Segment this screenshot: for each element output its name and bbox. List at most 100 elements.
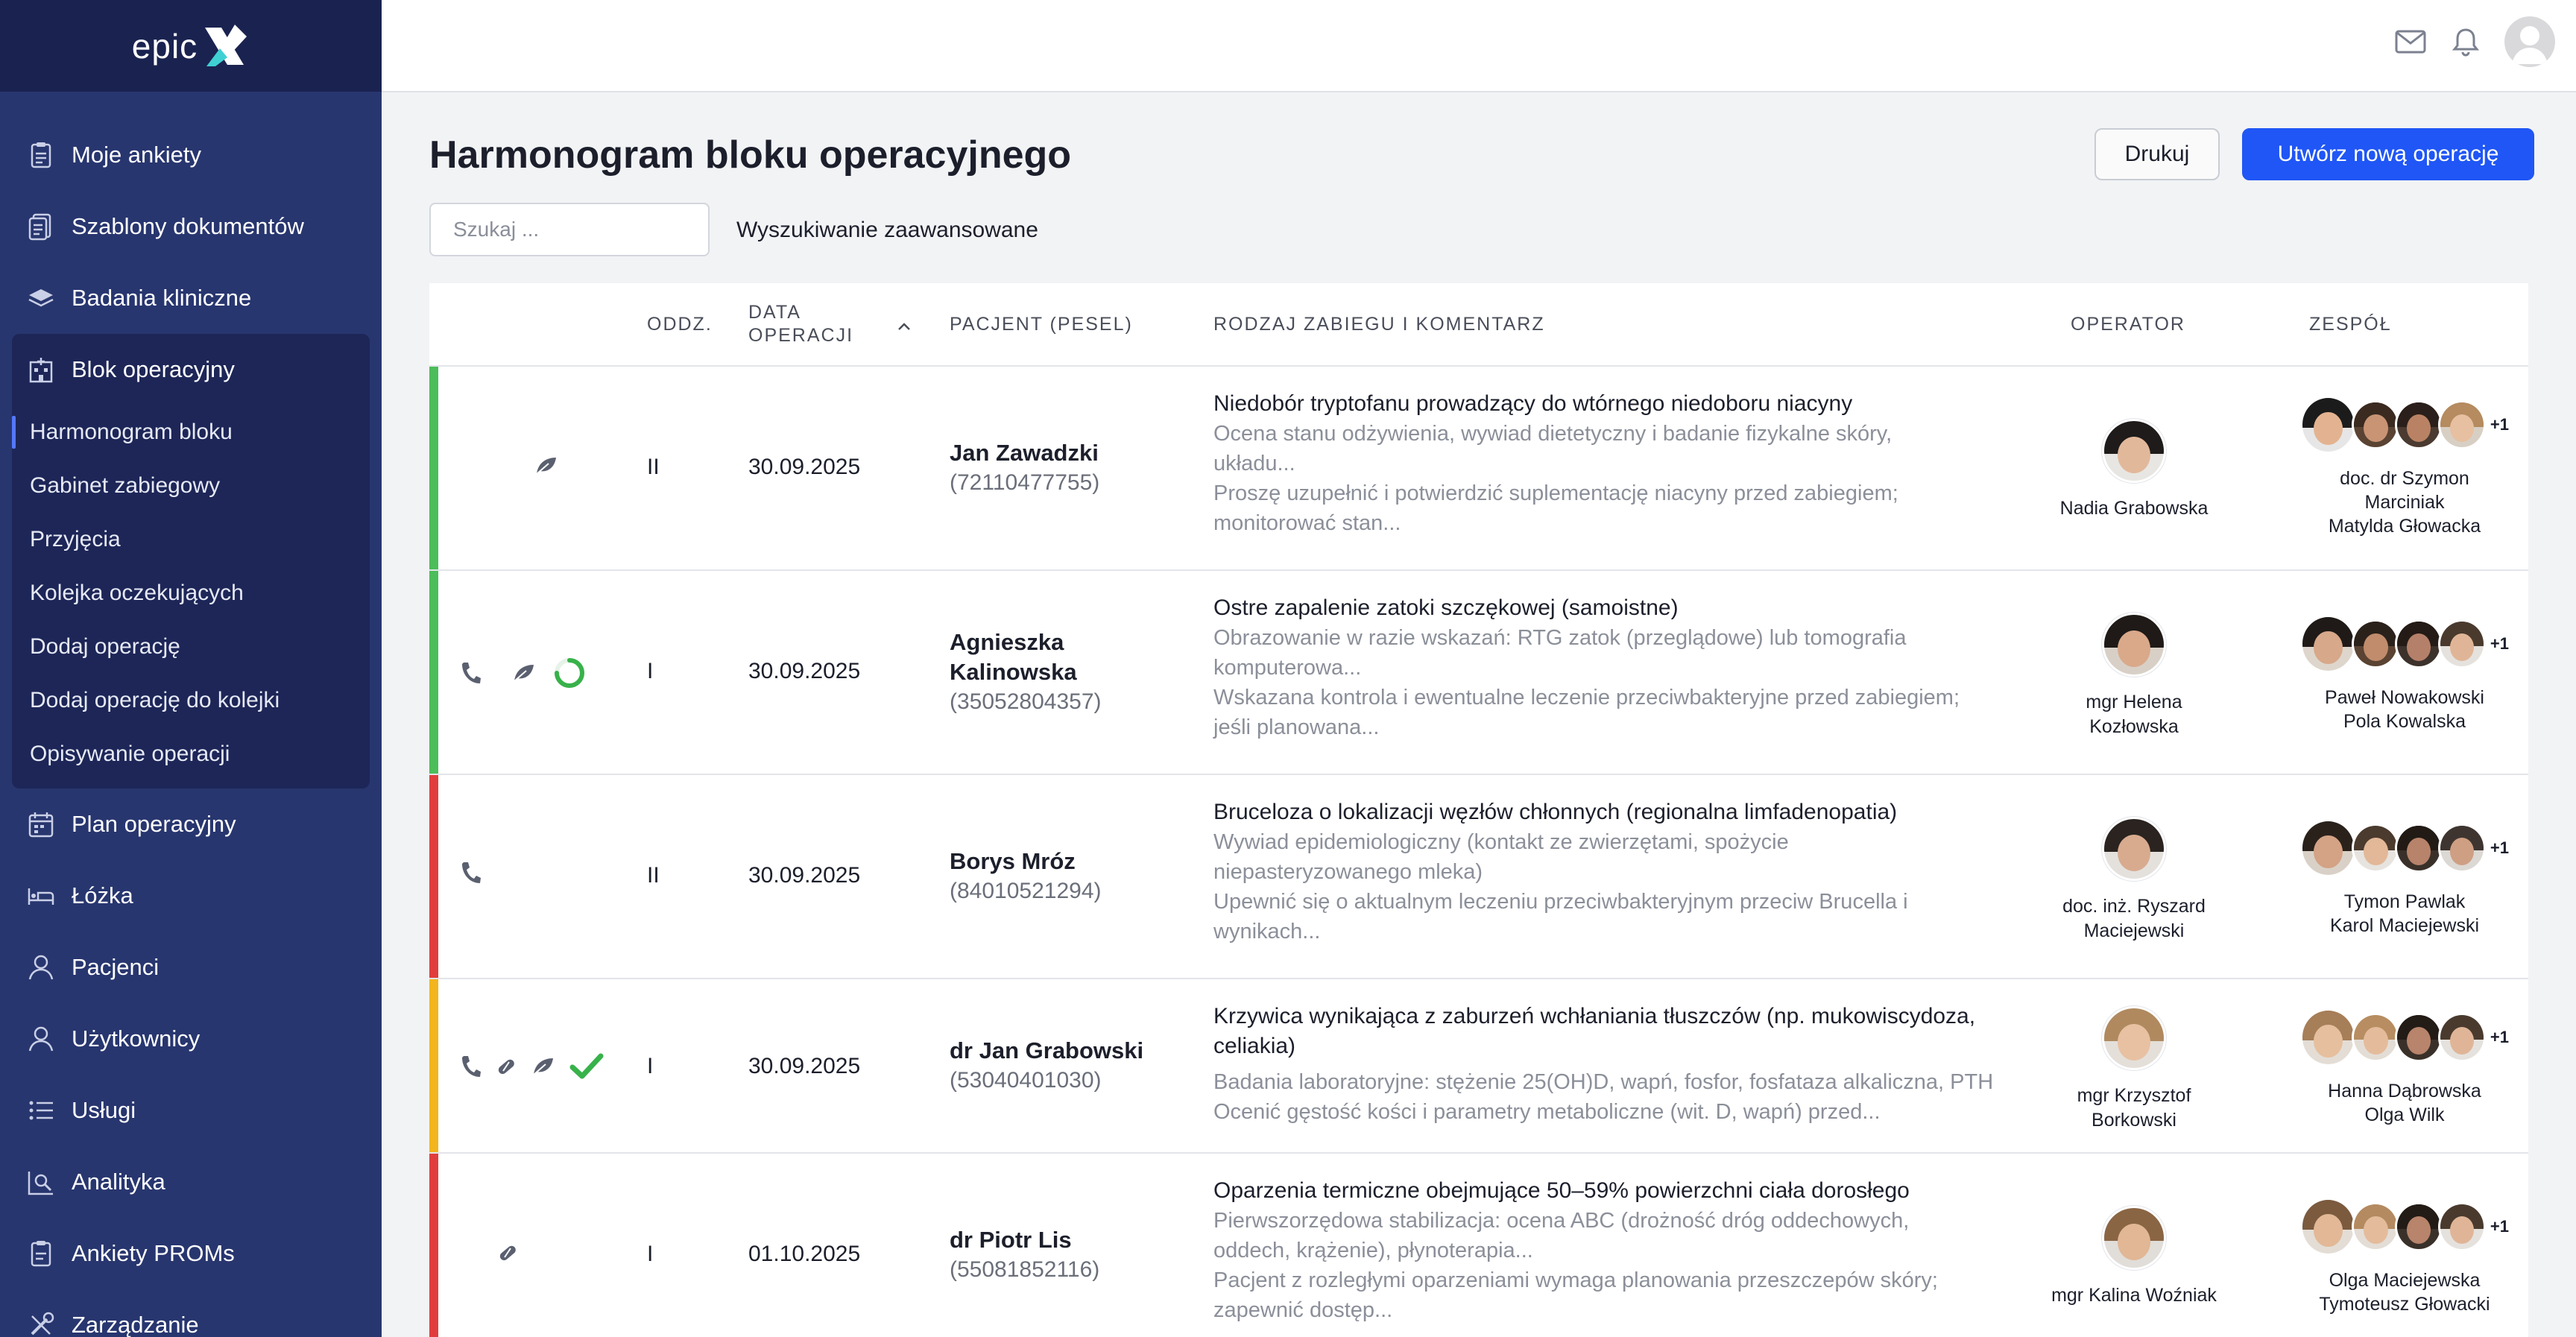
sidebar-subitem-kolejka[interactable]: Kolejka oczekujących [12, 566, 370, 620]
date-value: 30.09.2025 [748, 1054, 861, 1078]
table-row[interactable]: I 30.09.2025 Agnieszka Kalinowska (35052… [429, 571, 2528, 775]
procedure-desc-line: Pierwszorzędowa stabilizacja: ocena ABC … [1213, 1209, 1910, 1233]
sidebar-item-moje-ankiety[interactable]: Moje ankiety [0, 119, 382, 191]
phone-icon[interactable] [459, 861, 482, 885]
logo-x-icon [205, 24, 247, 66]
column-header-date[interactable]: DATA OPERACJI [748, 301, 853, 347]
column-header-dept[interactable]: ODDZ. [647, 314, 713, 335]
patient-name[interactable]: Jan Zawadzki [950, 438, 1188, 468]
procedure-cell: Bruceloza o lokalizacji węzłów chłonnych… [1213, 797, 2056, 946]
topbar-actions [2394, 16, 2555, 67]
status-bar [429, 1154, 438, 1337]
table-row[interactable]: I 30.09.2025 dr Jan Grabowski (530404010… [429, 979, 2528, 1154]
sort-asc-icon[interactable] [897, 315, 911, 336]
bell-icon[interactable] [2449, 25, 2482, 58]
patient-name[interactable]: dr Jan Grabowski [950, 1036, 1203, 1066]
leaf-icon[interactable] [511, 662, 537, 684]
table-header: ODDZ. DATA OPERACJI PACJENT (PESEL) RODZ… [429, 283, 2528, 367]
sidebar-subitem-gabinet[interactable]: Gabinet zabiegowy [12, 459, 370, 513]
pill-icon[interactable] [496, 1242, 519, 1264]
team-member-name: Olga Maciejewska [2329, 1270, 2481, 1291]
sidebar-item-label: Ankiety PROMs [72, 1240, 235, 1266]
progress-ring-icon[interactable] [553, 657, 586, 689]
phone-icon[interactable] [459, 1055, 482, 1078]
sidebar-item-blok-operacyjny[interactable]: Blok operacyjny [12, 334, 370, 405]
team-avatar [2438, 400, 2486, 449]
table-row[interactable]: II 30.09.2025 Jan Zawadzki (72110477755)… [429, 367, 2528, 571]
team-cell: +1 Olga Maciejewska Tymoteusz Głowacki [2300, 1195, 2509, 1316]
sidebar-item-pacjenci[interactable]: Pacjenci [0, 932, 382, 1003]
procedure-cell: Krzywica wynikająca z zaburzeń wchłanian… [1213, 1002, 2056, 1127]
patient-cell: Borys Mróz (84010521294) [950, 847, 1188, 906]
table-row[interactable]: II 30.09.2025 Borys Mróz (84010521294) B… [429, 775, 2528, 979]
sidebar-subitem-dodaj-do-kolejki[interactable]: Dodaj operację do kolejki [12, 674, 370, 727]
status-bar [429, 367, 438, 569]
procedure-desc-line: niepasteryzowanego mleka) [1213, 860, 1483, 884]
team-more-count[interactable]: +1 [2490, 838, 2509, 858]
sidebar-item-ankiety-proms[interactable]: Ankiety PROMs [0, 1218, 382, 1289]
leaf-icon[interactable] [534, 455, 559, 477]
sidebar-item-analityka[interactable]: Analityka [0, 1146, 382, 1218]
sidebar-subitem-przyjecia[interactable]: Przyjęcia [12, 513, 370, 566]
procedure-cell: Niedobór tryptofanu prowadzący do wtórne… [1213, 389, 2056, 538]
advanced-search-link[interactable]: Wyszukiwanie zaawansowane [736, 218, 1038, 243]
patient-name[interactable]: dr Piotr Lis [950, 1225, 1188, 1255]
sidebar-subitem-label: Przyjęcia [30, 527, 121, 551]
column-header-team[interactable]: ZESPÓŁ [2309, 314, 2392, 335]
user-avatar[interactable] [2504, 16, 2555, 67]
team-cell: +1 Hanna Dąbrowska Olga Wilk [2300, 1006, 2509, 1127]
operator-name-line: mgr Krzysztof [2077, 1085, 2191, 1106]
column-header-patient[interactable]: PACJENT (PESEL) [950, 314, 1133, 335]
sidebar-subitem-opisywanie[interactable]: Opisywanie operacji [12, 727, 370, 781]
app-logo[interactable]: epic [132, 23, 250, 69]
procedure-title: Ostre zapalenie zatoki szczękowej (samoi… [1213, 595, 1679, 620]
procedure-desc-line: Ocena stanu odżywienia, wywiad dietetycz… [1213, 422, 1892, 446]
patient-name[interactable]: Borys Mróz [950, 847, 1188, 876]
sidebar-item-uslugi[interactable]: Usługi [0, 1075, 382, 1146]
team-avatar [2395, 619, 2443, 668]
team-avatar [2300, 615, 2357, 673]
sidebar-nav: Moje ankiety Szablony dokumentów Badania… [0, 92, 382, 1337]
print-button[interactable]: Drukuj [2094, 128, 2220, 180]
sidebar-subitem-dodaj-operacje[interactable]: Dodaj operację [12, 620, 370, 674]
sidebar-item-label: Pacjenci [72, 954, 160, 980]
mail-icon[interactable] [2394, 25, 2427, 58]
sidebar-subitem-harmonogram[interactable]: Harmonogram bloku [12, 405, 370, 459]
team-avatar [2395, 824, 2443, 873]
team-cell: +1 doc. dr Szymon Marciniak Matylda Głow… [2300, 393, 2509, 538]
sidebar-item-badania[interactable]: Badania kliniczne [0, 262, 382, 334]
team-names: Paweł Nowakowski Pola Kowalska [2300, 686, 2509, 733]
procedure-desc-line: Upewnić się o aktualnym leczeniu przeciw… [1213, 890, 1908, 914]
sidebar-item-uzytkownicy[interactable]: Użytkownicy [0, 1003, 382, 1075]
sidebar-header: epic [0, 0, 382, 92]
search-input[interactable] [429, 203, 710, 256]
column-header-procedure[interactable]: RODZAJ ZABIEGU I KOMENTARZ [1213, 314, 1545, 335]
pill-icon[interactable] [495, 1055, 517, 1078]
team-more-count[interactable]: +1 [2490, 634, 2509, 654]
table-row[interactable]: I 01.10.2025 dr Piotr Lis (55081852116) … [429, 1154, 2528, 1337]
procedure-desc-line: Pacjent z rozległymi oparzeniami wymaga … [1213, 1268, 1938, 1292]
sidebar-item-lozka[interactable]: Łóżka [0, 860, 382, 932]
operator-name-line: doc. inż. Ryszard [2062, 896, 2206, 917]
team-member-name: Paweł Nowakowski [2325, 687, 2484, 708]
phone-icon[interactable] [459, 661, 482, 685]
leaf-icon[interactable] [531, 1055, 556, 1078]
sidebar-item-label: Użytkownicy [72, 1025, 201, 1052]
operator-name-line: Borkowski [2092, 1110, 2176, 1131]
column-header-operator[interactable]: OPERATOR [2071, 314, 2185, 335]
patient-name[interactable]: Agnieszka Kalinowska [950, 628, 1114, 687]
team-more-count[interactable]: +1 [2490, 1217, 2509, 1236]
create-operation-button[interactable]: Utwórz nową operację [2242, 128, 2534, 180]
team-avatar [2438, 1013, 2486, 1062]
sidebar-item-szablony[interactable]: Szablony dokumentów [0, 191, 382, 262]
patient-cell: Jan Zawadzki (72110477755) [950, 438, 1188, 498]
team-more-count[interactable]: +1 [2490, 1028, 2509, 1047]
check-icon[interactable] [569, 1052, 604, 1081]
sidebar-item-zarzadzanie[interactable]: Zarządzanie [0, 1289, 382, 1337]
team-avatar [2395, 1202, 2443, 1251]
team-more-count[interactable]: +1 [2490, 415, 2509, 434]
team-avatars: +1 [2300, 1195, 2509, 1258]
sidebar-item-plan-operacyjny[interactable]: Plan operacyjny [0, 788, 382, 860]
sidebar-item-label: Zarządzanie [72, 1312, 199, 1337]
procedure-desc-line: Wywiad epidemiologiczny (kontakt ze zwie… [1213, 830, 1789, 854]
